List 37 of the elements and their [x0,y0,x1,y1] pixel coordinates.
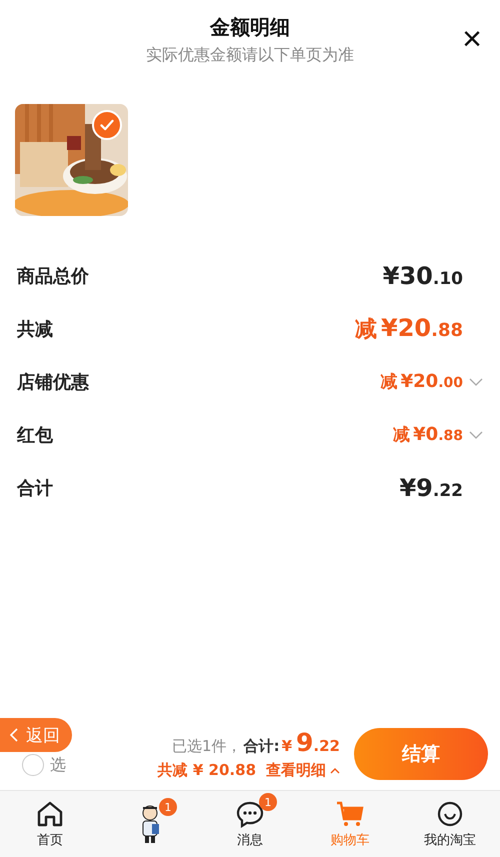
details-link[interactable]: 查看明细 [266,761,340,780]
chat-icon [235,799,265,829]
notification-badge: 1 [259,793,277,811]
amount: 减 ¥20.88 [355,314,463,344]
row-label: 合计 [17,476,53,500]
row-label: 店铺优惠 [17,370,89,394]
home-icon [35,799,65,829]
chevron-down-icon[interactable] [469,378,483,386]
dialog-subtitle: 实际优惠金额请以下单页为准 [146,45,354,66]
reduction-total: 共减 ¥ 20.88 [158,761,256,780]
amount: ¥9.22 [399,474,463,502]
selected-count: 已选1件， [172,737,242,756]
row-label: 共减 [17,318,53,340]
amount: ¥30.10 [382,262,463,290]
back-button[interactable]: 返回 [0,718,72,752]
dialog-title: 金额明细 [208,14,291,41]
chevron-down-icon[interactable] [469,430,483,438]
amount: 减 ¥20.00 [380,370,463,393]
tab-item[interactable]: 1 消息 [200,791,300,857]
radio-button[interactable] [22,754,44,776]
checkout-button[interactable]: 结算 [354,728,488,780]
close-button[interactable]: × [462,22,482,56]
caret-up-icon [330,768,340,774]
tab-item[interactable]: 购物车 [300,791,400,857]
cart-icon [335,799,365,829]
total-amount: ¥ 9.22 [282,728,340,757]
total-label: 合计: [244,737,280,756]
chevron-left-icon [10,728,18,742]
row-label: 商品总价 [17,264,89,288]
notification-badge: 1 [159,798,177,816]
tab-item[interactable]: 1 [100,791,200,857]
row-label: 红包 [17,424,53,446]
select-all-label: 选 [50,754,66,776]
tab-item[interactable]: 我的淘宝 [400,791,500,857]
amount: 减 ¥0.88 [393,423,463,446]
tab-item[interactable]: 首页 [0,791,100,857]
smile-icon [435,799,465,829]
